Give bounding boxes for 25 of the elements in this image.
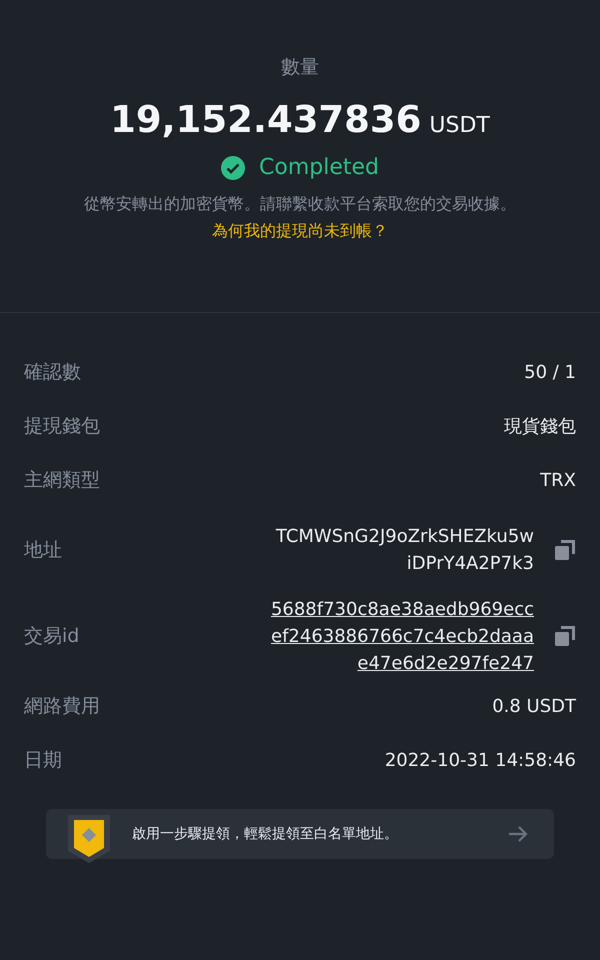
detail-value: 2022-10-31 14:58:46 bbox=[384, 748, 576, 772]
detail-value: TRX bbox=[540, 468, 576, 492]
status-text: Completed bbox=[259, 155, 379, 180]
detail-value: TCMWSnG2J9oZrkSHEZku5w iDPrY4A2P7k3 bbox=[276, 525, 534, 576]
detail-label: 網路費用 bbox=[24, 694, 100, 719]
copy-icon[interactable] bbox=[554, 539, 576, 561]
detail-label: 確認數 bbox=[24, 360, 81, 385]
help-link[interactable]: 為何我的提現尚未到帳？ bbox=[212, 221, 388, 242]
amount-label: 數量 bbox=[281, 55, 319, 80]
detail-value: 50 / 1 bbox=[524, 360, 576, 384]
amount-value: 19,152.437836 bbox=[110, 98, 422, 141]
detail-label: 交易id bbox=[24, 624, 80, 649]
detail-label: 主網類型 bbox=[24, 468, 100, 493]
arrow-icon bbox=[508, 826, 528, 842]
detail-label: 提現錢包 bbox=[24, 414, 100, 439]
detail-label: 日期 bbox=[24, 748, 62, 773]
detail-value: 現貨錢包 bbox=[504, 414, 576, 438]
amount-unit: USDT bbox=[429, 113, 490, 138]
copy-icon[interactable] bbox=[554, 625, 576, 647]
notice-text: 從幣安轉出的加密貨幣。請聯繫收款平台索取您的交易收據。 bbox=[84, 194, 516, 215]
detail-label: 地址 bbox=[24, 538, 62, 563]
detail-value: 0.8 USDT bbox=[492, 694, 576, 718]
shield-icon bbox=[68, 815, 110, 863]
transaction-link[interactable]: 5688f730c8ae38aedb969ecc ef2463886766c7c4ecb2daaa e47e6d2e297fe247 bbox=[270, 596, 534, 676]
banner-text: 啟用一步驟提領，輕鬆提領至白名單地址。 bbox=[132, 825, 399, 843]
